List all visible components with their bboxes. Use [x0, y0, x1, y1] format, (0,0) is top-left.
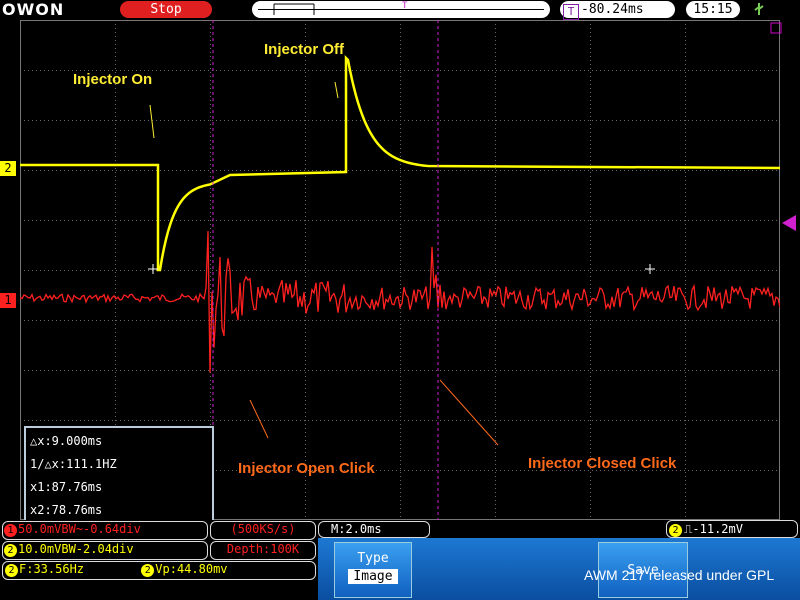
trigger-offset-display: T -80.24ms — [560, 1, 675, 20]
timebase: M:2.0ms — [331, 522, 382, 536]
annotation-open-click: Injector Open Click — [238, 460, 375, 477]
sample-rate-status: (500KS/s) — [210, 521, 316, 540]
watermark: AWM 217 released under GPL — [584, 567, 775, 583]
memory-position-bar[interactable]: T — [252, 1, 550, 18]
inverse-delta-x: 1/△x:111.1HZ — [30, 457, 117, 471]
run-stop-button[interactable]: Stop — [120, 1, 212, 18]
crosshair-marker — [148, 264, 158, 274]
ch2-marker[interactable]: 2 — [0, 161, 16, 176]
cursor-x1: x1:87.76ms — [30, 480, 103, 494]
cursor-measurement-panel: △x:9.000ms 1/△x:111.1HZ x1:87.76ms x2:78… — [24, 426, 214, 522]
clock: 15:15 — [686, 1, 740, 18]
ch1-marker[interactable]: 1 — [0, 293, 16, 308]
sample-rate: (500KS/s) — [230, 522, 296, 536]
freq-channel-badge: 2 — [5, 564, 18, 577]
depth-status: Depth:100K — [210, 541, 316, 560]
cursor-x2: x2:78.76ms — [30, 503, 103, 517]
memory-window-icon: T — [258, 1, 544, 15]
vp-channel-badge: 2 — [141, 564, 155, 577]
usb-icon — [754, 3, 764, 15]
crosshair-marker — [645, 264, 655, 274]
frequency: F:33.56Hz — [19, 562, 85, 576]
type-label: Type — [357, 551, 389, 566]
delta-x: △x:9.000ms — [30, 434, 103, 448]
trigger-position-icon — [770, 22, 782, 34]
ch1-badge: 1 — [4, 524, 17, 537]
trigger-marker-icon: T — [563, 4, 579, 20]
annotation-pointer — [439, 379, 499, 446]
trigger-level: -11.2mV — [692, 522, 743, 536]
annotation-pointer — [334, 81, 339, 99]
trigger-level-marker-icon[interactable] — [782, 215, 796, 231]
trigger-source-badge: 2 — [669, 524, 682, 537]
svg-text:T: T — [402, 1, 408, 11]
annotation-closed-click: Injector Closed Click — [528, 455, 677, 472]
ch1-scale: 50.0mVBW~-0.64div — [18, 522, 141, 536]
annotation-injector-on: Injector On — [73, 71, 153, 88]
type-softkey[interactable]: Type Image — [334, 542, 412, 598]
ch1-scale-status[interactable]: 1 50.0mVBW~-0.64div — [2, 521, 208, 540]
peak-voltage: Vp:44.80mv — [155, 562, 228, 576]
memory-depth: Depth:100K — [226, 542, 300, 556]
trigger-status[interactable]: 2 ⎍-11.2mV — [666, 520, 798, 538]
type-value: Image — [348, 569, 398, 584]
annotation-injector-off: Injector Off — [264, 41, 345, 58]
ch2-badge: 2 — [4, 544, 17, 557]
owon-logo: OWON — [2, 0, 65, 19]
timebase-status[interactable]: M:2.0ms — [318, 521, 430, 538]
trigger-offset-value: -80.24ms — [581, 2, 644, 17]
annotation-pointer — [249, 399, 269, 439]
ch2-scale: 10.0mVBW-2.04div — [18, 542, 134, 556]
annotation-pointer — [149, 104, 155, 139]
ch2-scale-status[interactable]: 2 10.0mVBW-2.04div — [2, 541, 208, 560]
measurement-bar: 2 F:33.56Hz 2 Vp:44.80mv — [2, 561, 316, 580]
